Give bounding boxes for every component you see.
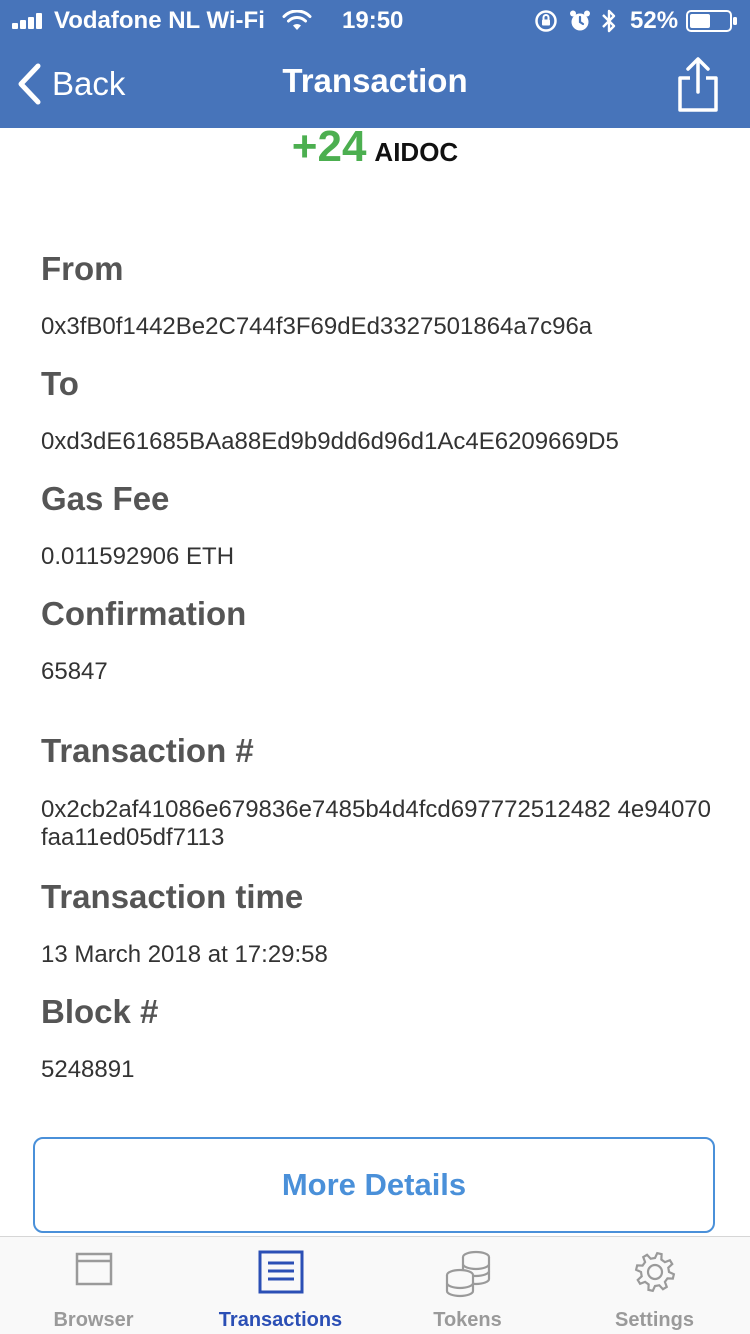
tab-transactions[interactable]: Transactions: [187, 1237, 374, 1334]
battery-icon: [686, 10, 737, 32]
carrier-name: Vodafone NL Wi-Fi: [54, 7, 265, 34]
status-bar: Vodafone NL Wi-Fi 19:50 52%: [0, 0, 750, 40]
gas-fee-value: 0.011592906 ETH: [41, 543, 235, 570]
more-details-button[interactable]: More Details: [33, 1137, 715, 1233]
confirmation-value: 65847: [41, 658, 108, 685]
alarm-icon: [570, 10, 590, 31]
bluetooth-icon: [602, 9, 616, 33]
settings-gear-icon: [634, 1251, 675, 1293]
battery-percent: 52%: [630, 7, 679, 34]
block-label: Block #: [41, 993, 159, 1030]
tab-transactions-label: Transactions: [218, 1309, 343, 1331]
chevron-left-icon: [18, 63, 41, 105]
transaction-hash-value: 0x2cb2af41086e679836e7485b4d4fcd69777251…: [41, 796, 711, 851]
status-time: 19:50: [342, 7, 404, 34]
transaction-hash-label: Transaction #: [41, 732, 254, 769]
gas-fee-label: Gas Fee: [41, 480, 170, 517]
back-button[interactable]: Back: [16, 60, 125, 108]
amount-unit: AIDOC: [374, 137, 459, 167]
amount-value: +24: [291, 122, 367, 171]
tab-tokens[interactable]: Tokens: [374, 1237, 561, 1334]
cell-signal-icon: [12, 13, 48, 29]
block-value: 5248891: [41, 1056, 135, 1083]
share-button[interactable]: [674, 56, 722, 114]
to-label: To: [41, 365, 79, 402]
transaction-screen: Vodafone NL Wi-Fi 19:50 52% Back Transac…: [0, 0, 750, 1334]
tab-browser-label: Browser: [53, 1309, 134, 1331]
confirmation-label: Confirmation: [41, 595, 247, 632]
back-label: Back: [52, 65, 126, 102]
transaction-amount: +24 AIDOC: [0, 122, 750, 172]
tab-settings-label: Settings: [615, 1309, 694, 1331]
transaction-time-value: 13 March 2018 at 17:29:58: [41, 941, 328, 968]
tab-browser[interactable]: Browser: [0, 1237, 187, 1334]
from-address: 0x3fB0f1442Be2C744f3F69dEd3327501864a7c9…: [41, 313, 593, 340]
to-address: 0xd3dE61685BAa88Ed9b9dd6d96d1Ac4E6209669…: [41, 428, 619, 455]
header: Vodafone NL Wi-Fi 19:50 52% Back Transac…: [0, 0, 750, 128]
share-icon: [678, 57, 718, 112]
from-label: From: [41, 250, 124, 287]
rotation-lock-icon: [535, 10, 557, 32]
wifi-icon: [282, 10, 312, 30]
tokens-coins-icon: [445, 1250, 490, 1298]
tab-tokens-label: Tokens: [433, 1309, 502, 1331]
transactions-list-icon: [258, 1250, 303, 1294]
browser-window-icon: [75, 1252, 112, 1286]
transaction-time-label: Transaction time: [41, 878, 304, 915]
tab-bar: Browser Transactions Tokens Settings: [0, 1236, 750, 1334]
tab-settings[interactable]: Settings: [561, 1237, 748, 1334]
